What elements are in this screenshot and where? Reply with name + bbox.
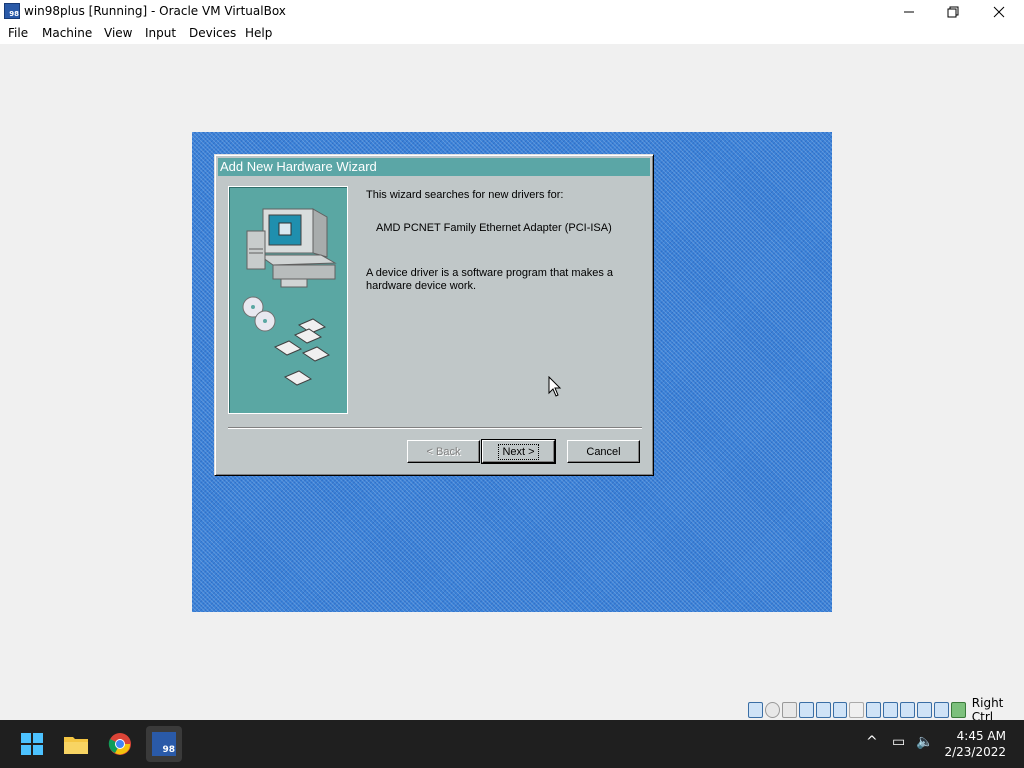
wizard-intro-text: This wizard searches for new drivers for… <box>366 189 564 201</box>
device-name-text: AMD PCNET Family Ethernet Adapter (PCI-I… <box>376 222 612 234</box>
recording-icon[interactable] <box>900 702 916 718</box>
restore-button[interactable] <box>930 0 976 23</box>
taskbar-virtualbox[interactable]: 98 <box>146 726 182 762</box>
menu-help[interactable]: Help <box>245 26 272 40</box>
chevron-up-icon[interactable]: ^ <box>866 734 878 750</box>
usb-icon[interactable] <box>832 702 848 718</box>
window-title: win98plus [Running] - Oracle VM VirtualB… <box>24 4 286 18</box>
next-button-label: Next > <box>498 443 539 460</box>
minimize-button[interactable] <box>886 0 932 23</box>
file-explorer-icon <box>64 737 88 754</box>
clock-time: 4:45 AM <box>956 729 1006 743</box>
arrow-icon[interactable] <box>950 702 966 718</box>
taskbar-file-explorer[interactable] <box>58 726 94 762</box>
video-capture-icon[interactable] <box>883 702 899 718</box>
menu-machine[interactable]: Machine <box>42 26 92 40</box>
network-status-icon[interactable]: ▭ <box>892 734 905 750</box>
minimize-icon <box>904 11 914 12</box>
windows-start-icon <box>21 733 43 755</box>
menu-file[interactable]: File <box>8 26 28 40</box>
taskbar: 98 ^ ▭ 🔈 4:45 AM 2/23/2022 <box>0 720 1024 768</box>
close-button[interactable] <box>976 0 1022 23</box>
floppy-icon[interactable] <box>781 702 797 718</box>
button-separator <box>228 427 642 429</box>
start-button[interactable] <box>14 726 50 762</box>
back-button[interactable]: < Back <box>407 440 480 463</box>
description-line-2: hardware device work. <box>366 280 477 292</box>
menu-input[interactable]: Input <box>145 26 176 40</box>
menu-bar: File Machine View Input Devices Help <box>0 23 1024 44</box>
hard-disk-icon[interactable] <box>748 702 763 718</box>
next-button[interactable]: Next > <box>481 439 556 464</box>
taskbar-chrome[interactable] <box>102 726 138 762</box>
chrome-icon <box>108 733 131 755</box>
vm-guest-screen[interactable]: Add New Hardware Wizard This wizard sear… <box>192 132 832 612</box>
shared-folders-icon[interactable] <box>849 702 865 718</box>
clock[interactable]: 4:45 AM 2/23/2022 <box>944 728 1006 760</box>
window-titlebar: 98 win98plus [Running] - Oracle VM Virtu… <box>0 0 1024 23</box>
menu-devices[interactable]: Devices <box>189 26 236 40</box>
cancel-button[interactable]: Cancel <box>567 440 640 463</box>
dialog-title: Add New Hardware Wizard <box>218 158 650 176</box>
restore-icon <box>947 6 959 17</box>
close-icon <box>993 6 1005 17</box>
mouse-pointer-icon <box>548 376 562 397</box>
description-line-1: A device driver is a software program th… <box>366 267 613 279</box>
add-hardware-wizard-dialog: Add New Hardware Wizard This wizard sear… <box>214 154 654 476</box>
display-icon[interactable] <box>866 702 882 718</box>
volume-icon[interactable]: 🔈 <box>916 734 933 750</box>
cpu-icon[interactable] <box>917 702 932 718</box>
menu-view[interactable]: View <box>104 26 132 40</box>
audio-icon[interactable] <box>798 702 814 718</box>
optical-drive-icon[interactable] <box>764 702 780 718</box>
computer-hardware-icon <box>242 208 337 386</box>
mouse-integration-icon[interactable] <box>933 702 949 718</box>
wizard-illustration <box>228 186 348 414</box>
vbox-statusbar: Right Ctrl <box>748 696 1024 724</box>
network-icon[interactable] <box>815 702 831 718</box>
clock-date: 2/23/2022 <box>944 745 1006 759</box>
virtualbox-icon: 98 <box>152 732 176 756</box>
virtualbox-app-icon: 98 <box>4 3 20 19</box>
